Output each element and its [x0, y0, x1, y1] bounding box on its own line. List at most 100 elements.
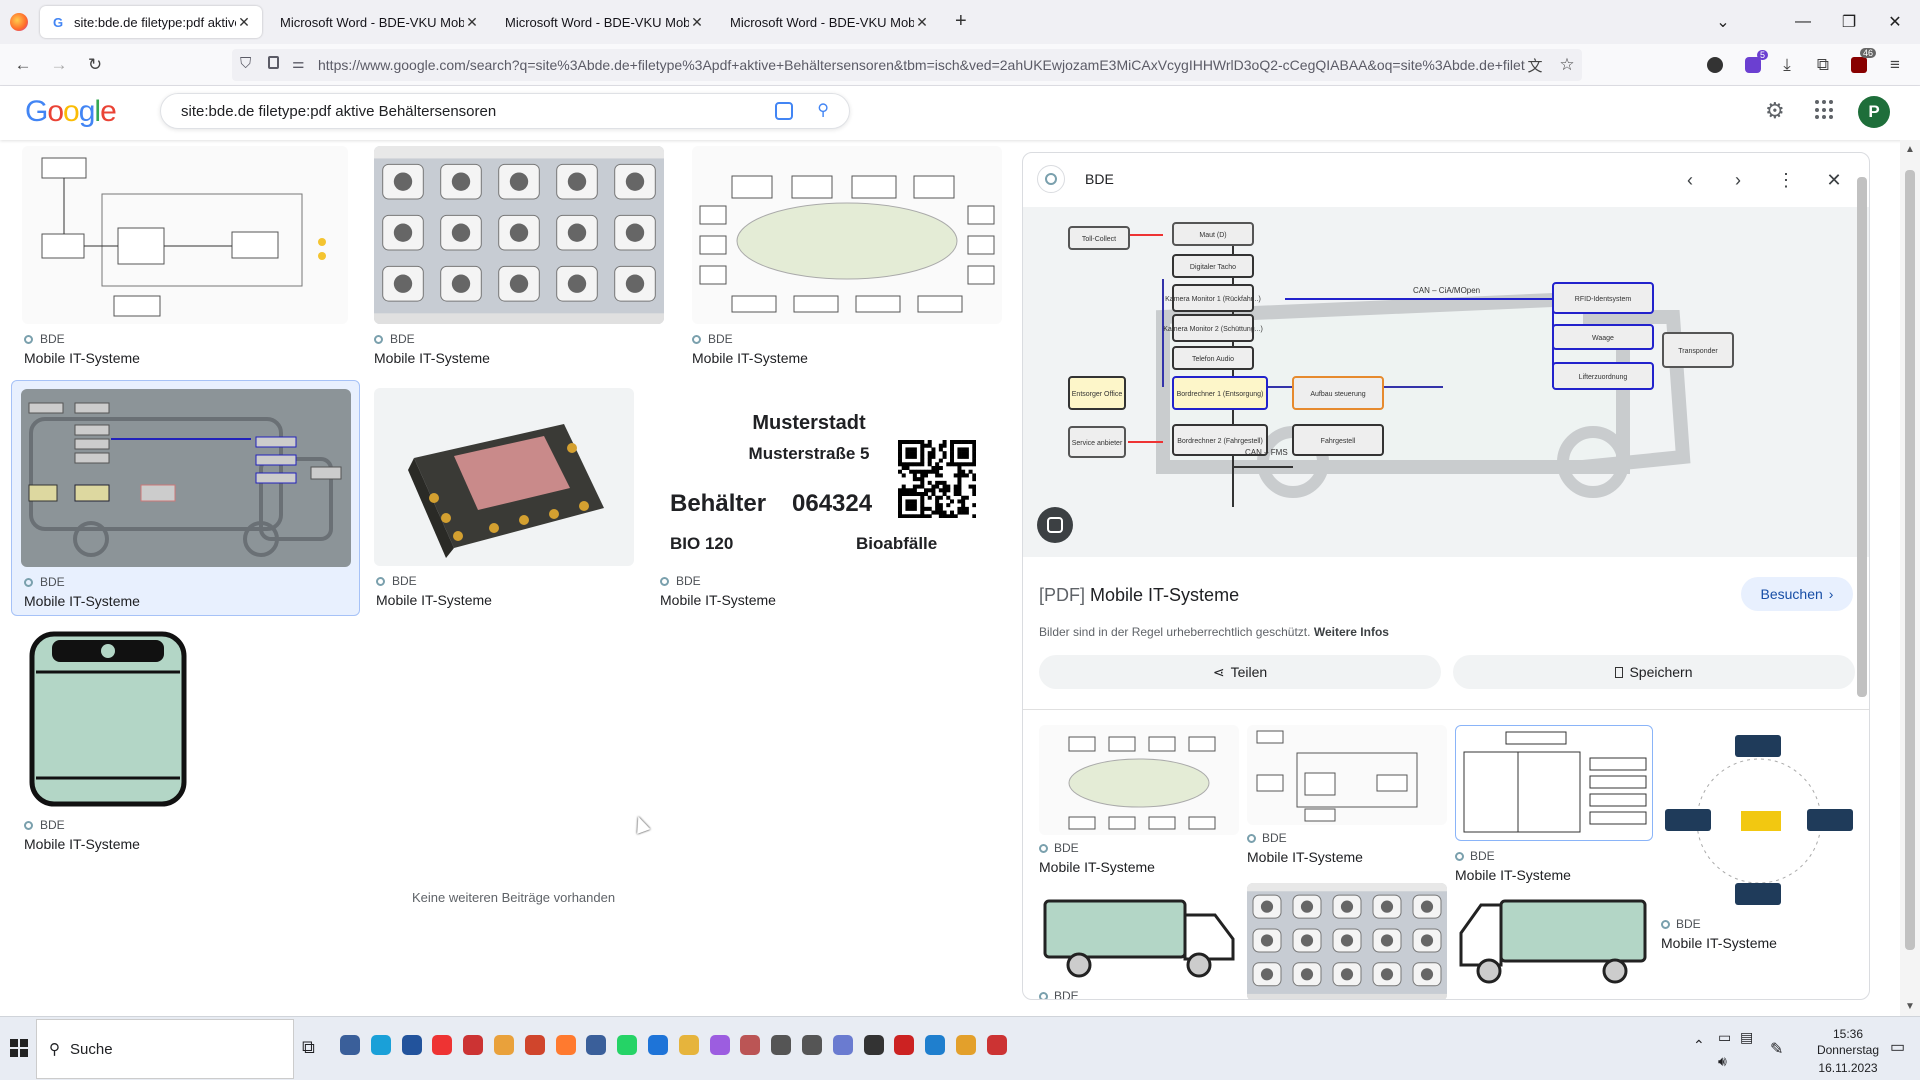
related-thumbnail[interactable]	[1039, 725, 1239, 835]
tray-chevron-icon[interactable]: ⌃	[1693, 1037, 1705, 1054]
taskbar-search[interactable]: ⚲ Suche	[36, 1019, 294, 1079]
tab-word-2[interactable]: Microsoft Word - BDE-VKU Mobile- ✕	[495, 6, 715, 38]
tray-display-icon[interactable]: ▤	[1740, 1029, 1753, 1046]
settings-gear-icon[interactable]: ⚙	[1765, 98, 1785, 124]
pen-icon[interactable]: ✎	[1770, 1039, 1783, 1059]
apps-grid-icon[interactable]	[1815, 100, 1835, 120]
edge-icon[interactable]	[370, 1035, 391, 1055]
extensions-icon[interactable]: ⧉	[1808, 50, 1838, 80]
next-image-icon[interactable]: ›	[1725, 167, 1751, 193]
tab-search[interactable]: G site:bde.de filetype:pdf aktive B ✕	[40, 6, 262, 38]
result-thumbnail[interactable]	[374, 388, 634, 566]
reload-icon[interactable]: ↻	[80, 50, 110, 80]
result-thumbnail[interactable]	[374, 146, 664, 324]
result-card[interactable]: Musterstadt Musterstraße 5 Behälter 0643…	[648, 384, 1010, 614]
panel-scrollbar[interactable]	[1857, 157, 1867, 997]
address-bar[interactable]: ⛉ ⚌ https://www.google.com/search?q=site…	[232, 49, 1582, 81]
related-result[interactable]: BDE Mobile IT-Systeme	[1455, 725, 1653, 885]
result-caption[interactable]: Mobile IT-Systeme	[376, 592, 492, 608]
app-icon[interactable]	[709, 1035, 730, 1055]
notifications-icon[interactable]: ▭	[1890, 1037, 1905, 1057]
github-icon[interactable]	[586, 1035, 607, 1055]
close-tab-icon[interactable]: ✕	[689, 14, 705, 31]
obs-icon[interactable]	[771, 1035, 792, 1055]
tray-volume-icon[interactable]: 🔊︎	[1718, 1053, 1727, 1070]
avatar[interactable]: P	[1858, 96, 1890, 128]
explorer-icon[interactable]	[678, 1035, 699, 1055]
related-thumbnail[interactable]	[1247, 883, 1447, 999]
new-tab-icon[interactable]: +	[955, 10, 967, 33]
extension-notify-icon[interactable]: 5	[1738, 50, 1768, 80]
close-tab-icon[interactable]: ✕	[914, 14, 930, 31]
result-card[interactable]: BDE Mobile IT-Systeme	[362, 142, 672, 372]
related-caption[interactable]: Mobile IT-Systeme	[1247, 849, 1363, 865]
close-tab-icon[interactable]: ✕	[236, 14, 252, 31]
result-thumbnail[interactable]	[692, 146, 1002, 324]
result-card[interactable]: BDE Mobile IT-Systeme	[364, 384, 644, 614]
permissions-icon[interactable]: ⚌	[292, 55, 305, 72]
xmind-icon[interactable]	[894, 1035, 915, 1055]
restore-icon[interactable]: ❐	[1826, 0, 1872, 44]
search-box[interactable]: site:bde.de filetype:pdf aktive Behälter…	[160, 93, 850, 129]
tab-word-1[interactable]: Microsoft Word - BDE-VKU Mobile- ✕	[270, 6, 490, 38]
related-caption[interactable]: Mobile IT-Systeme	[1661, 935, 1777, 951]
panel-scroll-thumb[interactable]	[1857, 177, 1867, 697]
page-scrollbar[interactable]: ▲ ▼	[1900, 140, 1920, 1016]
related-thumbnail[interactable]	[1455, 893, 1653, 989]
forward-icon[interactable]: →	[44, 50, 74, 80]
bookmark-star-icon[interactable]: ☆	[1552, 50, 1582, 80]
firefox-icon[interactable]	[555, 1035, 576, 1055]
back-icon[interactable]: ←	[8, 50, 38, 80]
more-options-icon[interactable]: ⋮	[1773, 167, 1799, 193]
share-button[interactable]: ⋖ Teilen	[1039, 655, 1441, 689]
related-caption[interactable]: Mobile IT-Systeme	[1455, 867, 1571, 883]
app-icon[interactable]	[986, 1035, 1007, 1055]
github-desktop-icon[interactable]	[401, 1035, 422, 1055]
close-panel-icon[interactable]: ✕	[1821, 167, 1847, 193]
tab-word-3[interactable]: Microsoft Word - BDE-VKU Mobile- ✕	[720, 6, 940, 38]
chrome-icon[interactable]	[494, 1035, 514, 1055]
result-thumbnail[interactable]	[21, 389, 351, 567]
related-caption[interactable]: Mobile IT-Systeme	[1039, 859, 1155, 875]
windows-start-icon[interactable]	[10, 1039, 28, 1057]
ublock-icon[interactable]: 46	[1844, 48, 1876, 80]
panel-title[interactable]: [PDF] Mobile IT-Systeme	[1039, 585, 1239, 606]
result-caption[interactable]: Mobile IT-Systeme	[374, 350, 490, 366]
previous-image-icon[interactable]: ‹	[1677, 167, 1703, 193]
related-result[interactable]: BDE Mobile IT-Systeme	[1039, 725, 1239, 885]
search-icon[interactable]: ⚲	[817, 100, 829, 120]
related-thumbnail[interactable]	[1455, 725, 1653, 841]
translate-icon[interactable]: 文	[1520, 50, 1550, 80]
lens-search-icon[interactable]	[1037, 507, 1073, 543]
result-caption[interactable]: Mobile IT-Systeme	[660, 592, 776, 608]
result-caption[interactable]: Mobile IT-Systeme	[24, 593, 140, 609]
result-caption[interactable]: Mobile IT-Systeme	[24, 350, 140, 366]
vpn-app-icon[interactable]	[340, 1035, 360, 1055]
result-card-selected[interactable]: BDE Mobile IT-Systeme	[11, 380, 360, 616]
google-logo[interactable]: Google	[25, 95, 117, 129]
related-result[interactable]: BDE	[1039, 895, 1239, 999]
app-menu-icon[interactable]: ≡	[1880, 50, 1910, 80]
vscode-icon[interactable]	[925, 1035, 946, 1055]
related-result[interactable]	[1247, 883, 1447, 999]
taskmanager-icon[interactable]	[832, 1035, 853, 1055]
shield-icon[interactable]: ⛉	[240, 55, 251, 72]
clock-day[interactable]: Donnerstag	[1790, 1043, 1906, 1057]
result-card[interactable]: BDE Mobile IT-Systeme	[12, 624, 192, 854]
scroll-up-icon[interactable]: ▲	[1905, 144, 1915, 155]
xmind-icon[interactable]	[463, 1035, 484, 1055]
panel-source[interactable]: BDE	[1085, 171, 1114, 187]
vpn-icon[interactable]	[1700, 50, 1730, 80]
preview-image[interactable]: Toll-Collect Maut (D) Digitaler Tacho Kamer…	[1023, 207, 1869, 557]
close-tab-icon[interactable]: ✕	[464, 14, 480, 31]
related-result[interactable]: BDE Mobile IT-Systeme	[1661, 725, 1857, 955]
lens-icon[interactable]	[775, 102, 793, 120]
more-info-link[interactable]: Weitere Infos	[1314, 625, 1389, 639]
result-thumbnail[interactable]	[22, 628, 192, 810]
search-tool-icon[interactable]	[740, 1035, 761, 1055]
terminal-icon[interactable]	[863, 1035, 884, 1055]
app-icon[interactable]	[956, 1035, 976, 1055]
search-input[interactable]: site:bde.de filetype:pdf aktive Behälter…	[181, 103, 496, 120]
visit-button[interactable]: Besuchen ›	[1741, 577, 1853, 611]
result-card[interactable]: BDE Mobile IT-Systeme	[12, 142, 358, 372]
